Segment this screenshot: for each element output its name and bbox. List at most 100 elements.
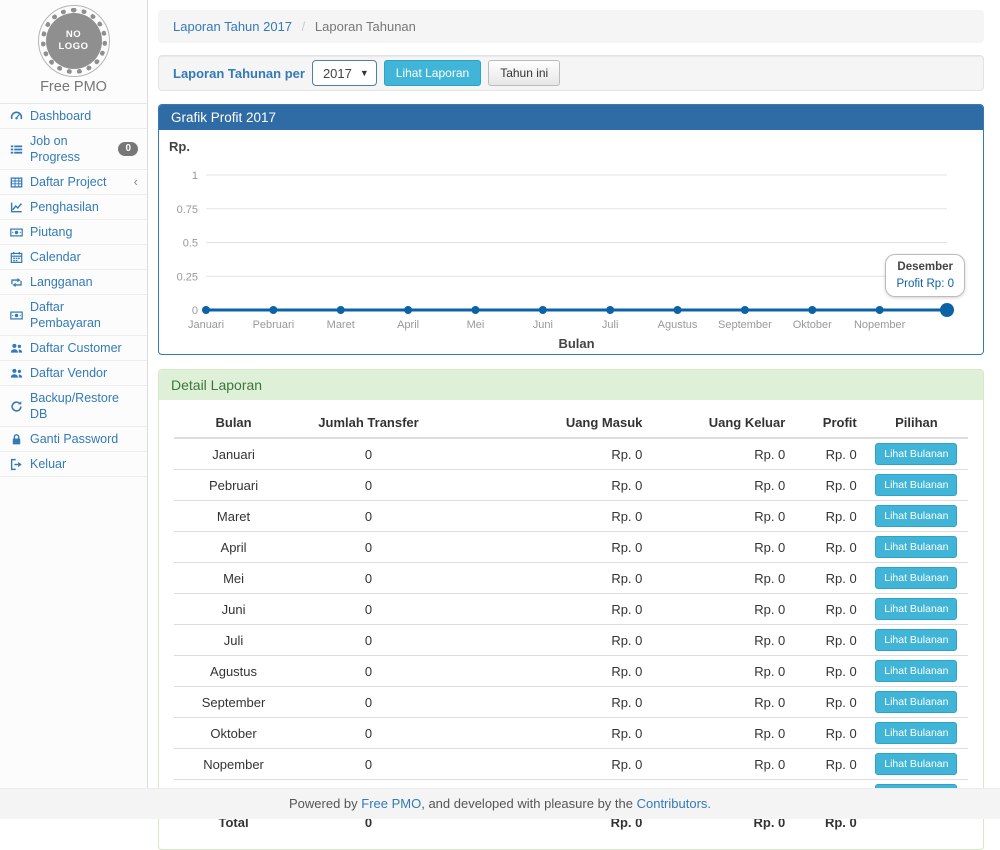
money-icon	[9, 308, 23, 322]
chevron-left-icon: ‹	[134, 176, 138, 188]
col-header-jumlah-transfer: Jumlah Transfer	[293, 408, 444, 438]
lihat-bulanan-button[interactable]: Lihat Bulanan	[875, 722, 957, 744]
refresh-icon	[9, 399, 23, 413]
filter-label: Laporan Tahunan per	[173, 66, 305, 81]
sidebar-item-piutang[interactable]: Piutang	[0, 220, 147, 245]
lihat-bulanan-button[interactable]: Lihat Bulanan	[875, 505, 957, 527]
cell-uang_masuk: Rp. 0	[444, 687, 650, 718]
col-header-uang-keluar: Uang Keluar	[650, 408, 793, 438]
sidebar-item-ganti-password[interactable]: Ganti Password	[0, 427, 147, 452]
sidebar-item-backup-restore-db[interactable]: Backup/Restore DB	[0, 386, 147, 427]
cell-uang_masuk: Rp. 0	[444, 594, 650, 625]
profit-chart-panel: Grafik Profit 2017 00.250.50.751Rp.Janua…	[158, 104, 984, 355]
year-select[interactable]: 2017 ▼	[312, 60, 377, 86]
chart-tooltip: Desember Profit Rp: 0	[885, 254, 965, 297]
sidebar-item-daftar-project[interactable]: Daftar Project‹	[0, 170, 147, 195]
app-logo: NO LOGO	[46, 13, 102, 69]
table-row: Oktober0Rp. 0Rp. 0Rp. 0Lihat Bulanan	[174, 718, 968, 749]
sidebar-item-penghasilan[interactable]: Penghasilan	[0, 195, 147, 220]
svg-text:Agustus: Agustus	[658, 319, 698, 331]
cell-pilihan: Lihat Bulanan	[865, 438, 968, 470]
sidebar-item-langganan[interactable]: Langganan	[0, 270, 147, 295]
col-header-pilihan: Pilihan	[865, 408, 968, 438]
svg-text:Rp.: Rp.	[169, 139, 190, 154]
table-row: Juni0Rp. 0Rp. 0Rp. 0Lihat Bulanan	[174, 594, 968, 625]
cell-uang_keluar: Rp. 0	[650, 438, 793, 470]
cell-uang_masuk: Rp. 0	[444, 470, 650, 501]
lihat-bulanan-button[interactable]: Lihat Bulanan	[875, 598, 957, 620]
report-filter-bar: Laporan Tahunan per 2017 ▼ Lihat Laporan…	[158, 55, 984, 91]
cell-uang_masuk: Rp. 0	[444, 532, 650, 563]
lihat-bulanan-button[interactable]: Lihat Bulanan	[875, 691, 957, 713]
view-report-button[interactable]: Lihat Laporan	[384, 60, 481, 86]
chart-panel-title: Grafik Profit 2017	[159, 105, 983, 130]
sidebar-item-daftar-pembayaran[interactable]: Daftar Pembayaran	[0, 295, 147, 336]
sidebar-item-label: Calendar	[30, 249, 81, 265]
sidebar-menu: DashboardJob on Progress0Daftar Project‹…	[0, 104, 147, 477]
col-header-profit: Profit	[793, 408, 864, 438]
table-row: April0Rp. 0Rp. 0Rp. 0Lihat Bulanan	[174, 532, 968, 563]
cell-profit: Rp. 0	[793, 687, 864, 718]
cell-uang_keluar: Rp. 0	[650, 470, 793, 501]
col-header-bulan: Bulan	[174, 408, 293, 438]
table-row: Pebruari0Rp. 0Rp. 0Rp. 0Lihat Bulanan	[174, 470, 968, 501]
cell-pilihan: Lihat Bulanan	[865, 625, 968, 656]
sidebar-item-keluar[interactable]: Keluar	[0, 452, 147, 477]
cell-profit: Rp. 0	[793, 625, 864, 656]
cell-bulan: Oktober	[174, 718, 293, 749]
sidebar: NO LOGO Free PMO DashboardJob on Progres…	[0, 0, 148, 789]
cell-uang_masuk: Rp. 0	[444, 656, 650, 687]
cell-jumlah_transfer: 0	[293, 656, 444, 687]
svg-text:Juni: Juni	[533, 319, 553, 331]
svg-text:Oktober: Oktober	[793, 319, 832, 331]
table-row: September0Rp. 0Rp. 0Rp. 0Lihat Bulanan	[174, 687, 968, 718]
cell-uang_keluar: Rp. 0	[650, 501, 793, 532]
cell-jumlah_transfer: 0	[293, 470, 444, 501]
lihat-bulanan-button[interactable]: Lihat Bulanan	[875, 753, 957, 775]
tasks-icon	[9, 142, 23, 156]
sidebar-item-daftar-customer[interactable]: Daftar Customer	[0, 336, 147, 361]
footer-text-middle: , and developed with pleasure by the	[421, 796, 636, 811]
svg-text:1: 1	[192, 170, 198, 182]
cell-profit: Rp. 0	[793, 563, 864, 594]
svg-text:April: April	[397, 319, 419, 331]
cell-pilihan: Lihat Bulanan	[865, 563, 968, 594]
cell-pilihan: Lihat Bulanan	[865, 594, 968, 625]
cell-bulan: Juni	[174, 594, 293, 625]
cell-uang_masuk: Rp. 0	[444, 563, 650, 594]
svg-text:Pebruari: Pebruari	[253, 319, 295, 331]
sidebar-item-calendar[interactable]: Calendar	[0, 245, 147, 270]
detail-panel-title: Detail Laporan	[159, 370, 983, 400]
table-row: Nopember0Rp. 0Rp. 0Rp. 0Lihat Bulanan	[174, 749, 968, 780]
footer-link-freepmo[interactable]: Free PMO	[361, 796, 421, 811]
lihat-bulanan-button[interactable]: Lihat Bulanan	[875, 629, 957, 651]
lihat-bulanan-button[interactable]: Lihat Bulanan	[875, 443, 957, 465]
status-badge: 0	[118, 142, 138, 156]
sidebar-item-label: Ganti Password	[30, 431, 118, 447]
cell-uang_masuk: Rp. 0	[444, 438, 650, 470]
retweet-icon	[9, 275, 23, 289]
cell-bulan: September	[174, 687, 293, 718]
calendar-icon	[9, 250, 23, 264]
chart-area: 00.250.50.751Rp.JanuariPebruariMaretApri…	[159, 130, 983, 354]
cell-uang_keluar: Rp. 0	[650, 594, 793, 625]
svg-text:Bulan: Bulan	[558, 336, 594, 351]
lihat-bulanan-button[interactable]: Lihat Bulanan	[875, 660, 957, 682]
table-row: Juli0Rp. 0Rp. 0Rp. 0Lihat Bulanan	[174, 625, 968, 656]
sidebar-item-dashboard[interactable]: Dashboard	[0, 104, 147, 129]
sign-out-icon	[9, 457, 23, 471]
lihat-bulanan-button[interactable]: Lihat Bulanan	[875, 567, 957, 589]
lihat-bulanan-button[interactable]: Lihat Bulanan	[875, 536, 957, 558]
cell-jumlah_transfer: 0	[293, 532, 444, 563]
cell-uang_masuk: Rp. 0	[444, 501, 650, 532]
this-year-button[interactable]: Tahun ini	[488, 60, 560, 86]
sidebar-item-job-on-progress[interactable]: Job on Progress0	[0, 129, 147, 170]
cell-profit: Rp. 0	[793, 749, 864, 780]
footer-link-contributors[interactable]: Contributors.	[637, 796, 711, 811]
lihat-bulanan-button[interactable]: Lihat Bulanan	[875, 474, 957, 496]
breadcrumb-link[interactable]: Laporan Tahun 2017	[173, 19, 292, 34]
sidebar-item-daftar-vendor[interactable]: Daftar Vendor	[0, 361, 147, 386]
footer-text-prefix: Powered by	[289, 796, 361, 811]
brand-name: Free PMO	[0, 79, 147, 95]
cell-bulan: Mei	[174, 563, 293, 594]
